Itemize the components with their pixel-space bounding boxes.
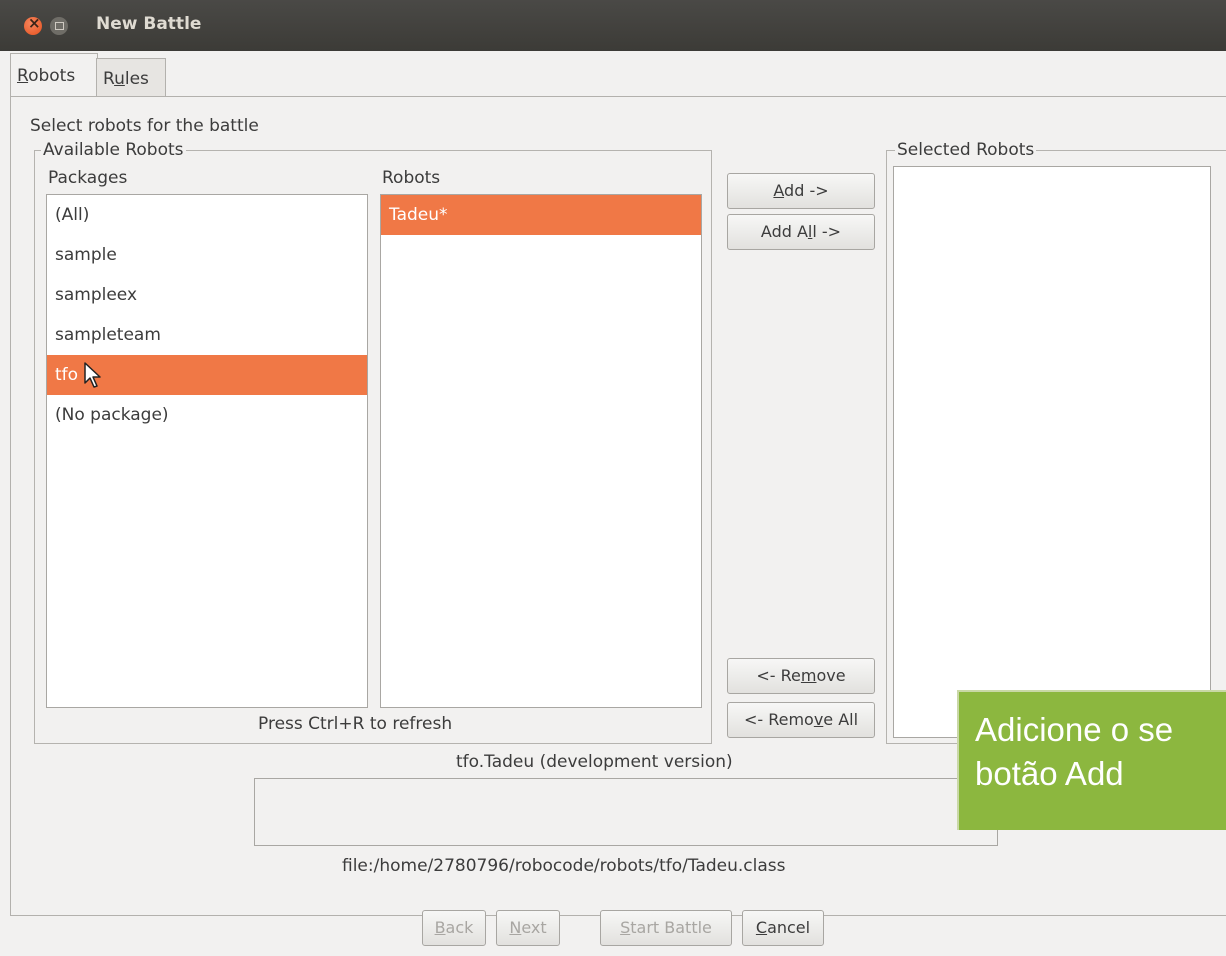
window-title: New Battle [96, 14, 202, 34]
robots-list[interactable]: Tadeu* [380, 194, 702, 708]
tutorial-callout: Adicione o se botão Add [957, 690, 1226, 830]
list-item[interactable]: sample [47, 235, 367, 275]
robot-description-box [254, 778, 998, 846]
next-button[interactable]: Next [496, 910, 560, 946]
cancel-button[interactable]: Cancel [742, 910, 824, 946]
robot-path-label: file:/home/2780796/robocode/robots/tfo/T… [342, 856, 786, 876]
available-robots-title: Available Robots [41, 140, 186, 160]
selected-robots-title: Selected Robots [895, 140, 1037, 160]
robots-header: Robots [382, 168, 441, 188]
list-item[interactable]: (No package) [47, 395, 367, 435]
list-item-selected[interactable]: Tadeu* [381, 195, 701, 235]
heading-select-robots: Select robots for the battle [30, 116, 259, 136]
packages-list[interactable]: (All) sample sampleex sampleteam tfo (No… [46, 194, 368, 708]
maximize-window-button[interactable] [50, 17, 68, 35]
selected-robots-list[interactable] [893, 166, 1211, 738]
callout-line-2: botão Add [975, 755, 1124, 792]
tab-robots[interactable]: Robots [10, 53, 98, 97]
packages-header: Packages [48, 168, 128, 188]
remove-all-button[interactable]: <- Remove All [727, 702, 875, 738]
callout-line-1: Adicione o se [975, 711, 1174, 748]
add-all-button[interactable]: Add All -> [727, 214, 875, 250]
title-bar: New Battle [0, 0, 1226, 51]
close-window-button[interactable] [24, 14, 42, 35]
robot-name-label: tfo.Tadeu (development version) [456, 752, 733, 772]
tab-rules[interactable]: Rules [96, 58, 166, 96]
list-item[interactable]: sampleex [47, 275, 367, 315]
list-item[interactable]: (All) [47, 195, 367, 235]
add-button[interactable]: Add -> [727, 173, 875, 209]
list-item[interactable]: sampleteam [47, 315, 367, 355]
mouse-pointer-icon [84, 362, 101, 388]
back-button[interactable]: Back [422, 910, 486, 946]
remove-button[interactable]: <- Remove [727, 658, 875, 694]
start-battle-button[interactable]: Start Battle [600, 910, 732, 946]
refresh-hint: Press Ctrl+R to refresh [258, 714, 453, 734]
